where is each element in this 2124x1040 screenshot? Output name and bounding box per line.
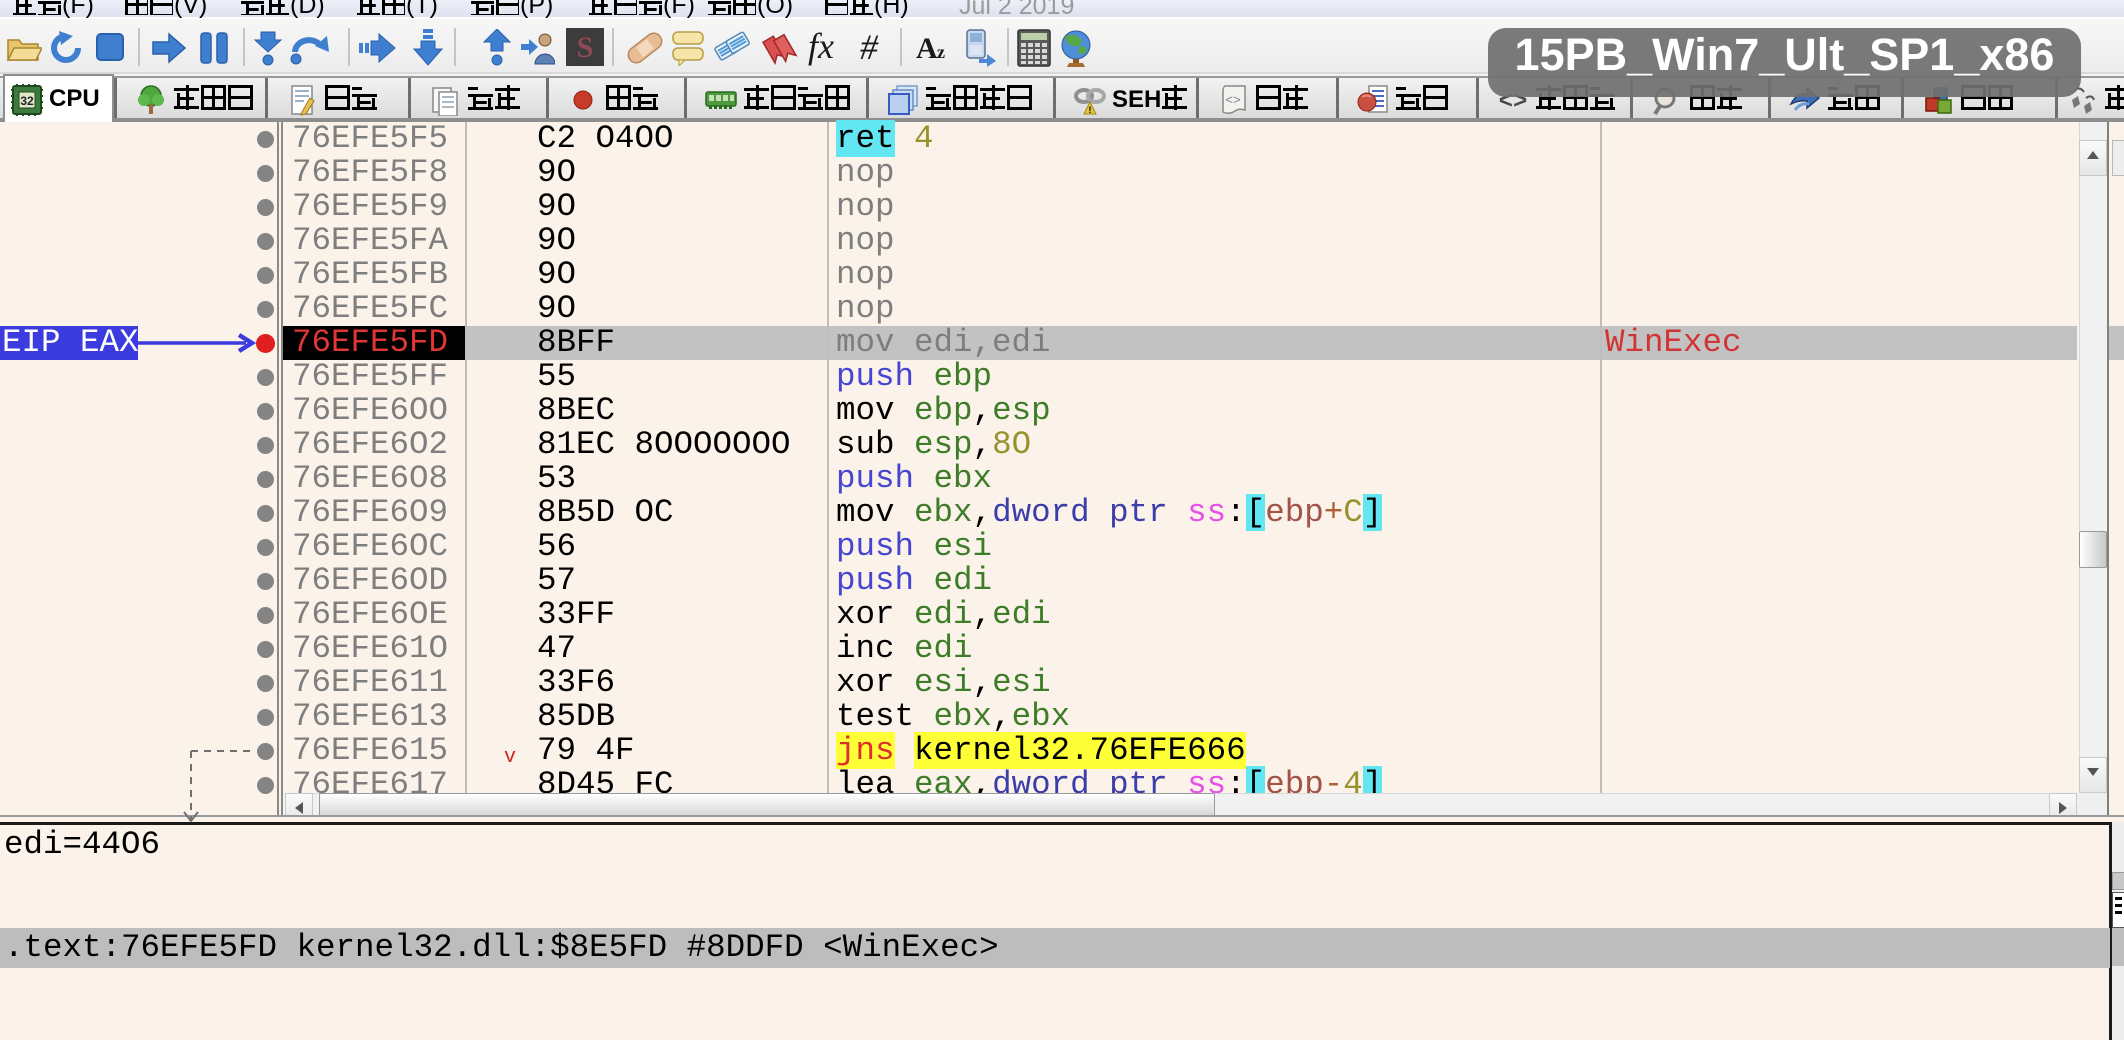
svg-text:S: S bbox=[577, 31, 594, 64]
svg-text:A: A bbox=[916, 32, 938, 65]
svg-text:32: 32 bbox=[20, 94, 34, 108]
svg-text:z: z bbox=[937, 42, 945, 62]
svg-text:<>: <> bbox=[1225, 93, 1241, 108]
svg-text:#: # bbox=[860, 28, 879, 67]
svg-text:!: ! bbox=[1089, 105, 1092, 115]
svg-text:fx: fx bbox=[808, 28, 834, 66]
